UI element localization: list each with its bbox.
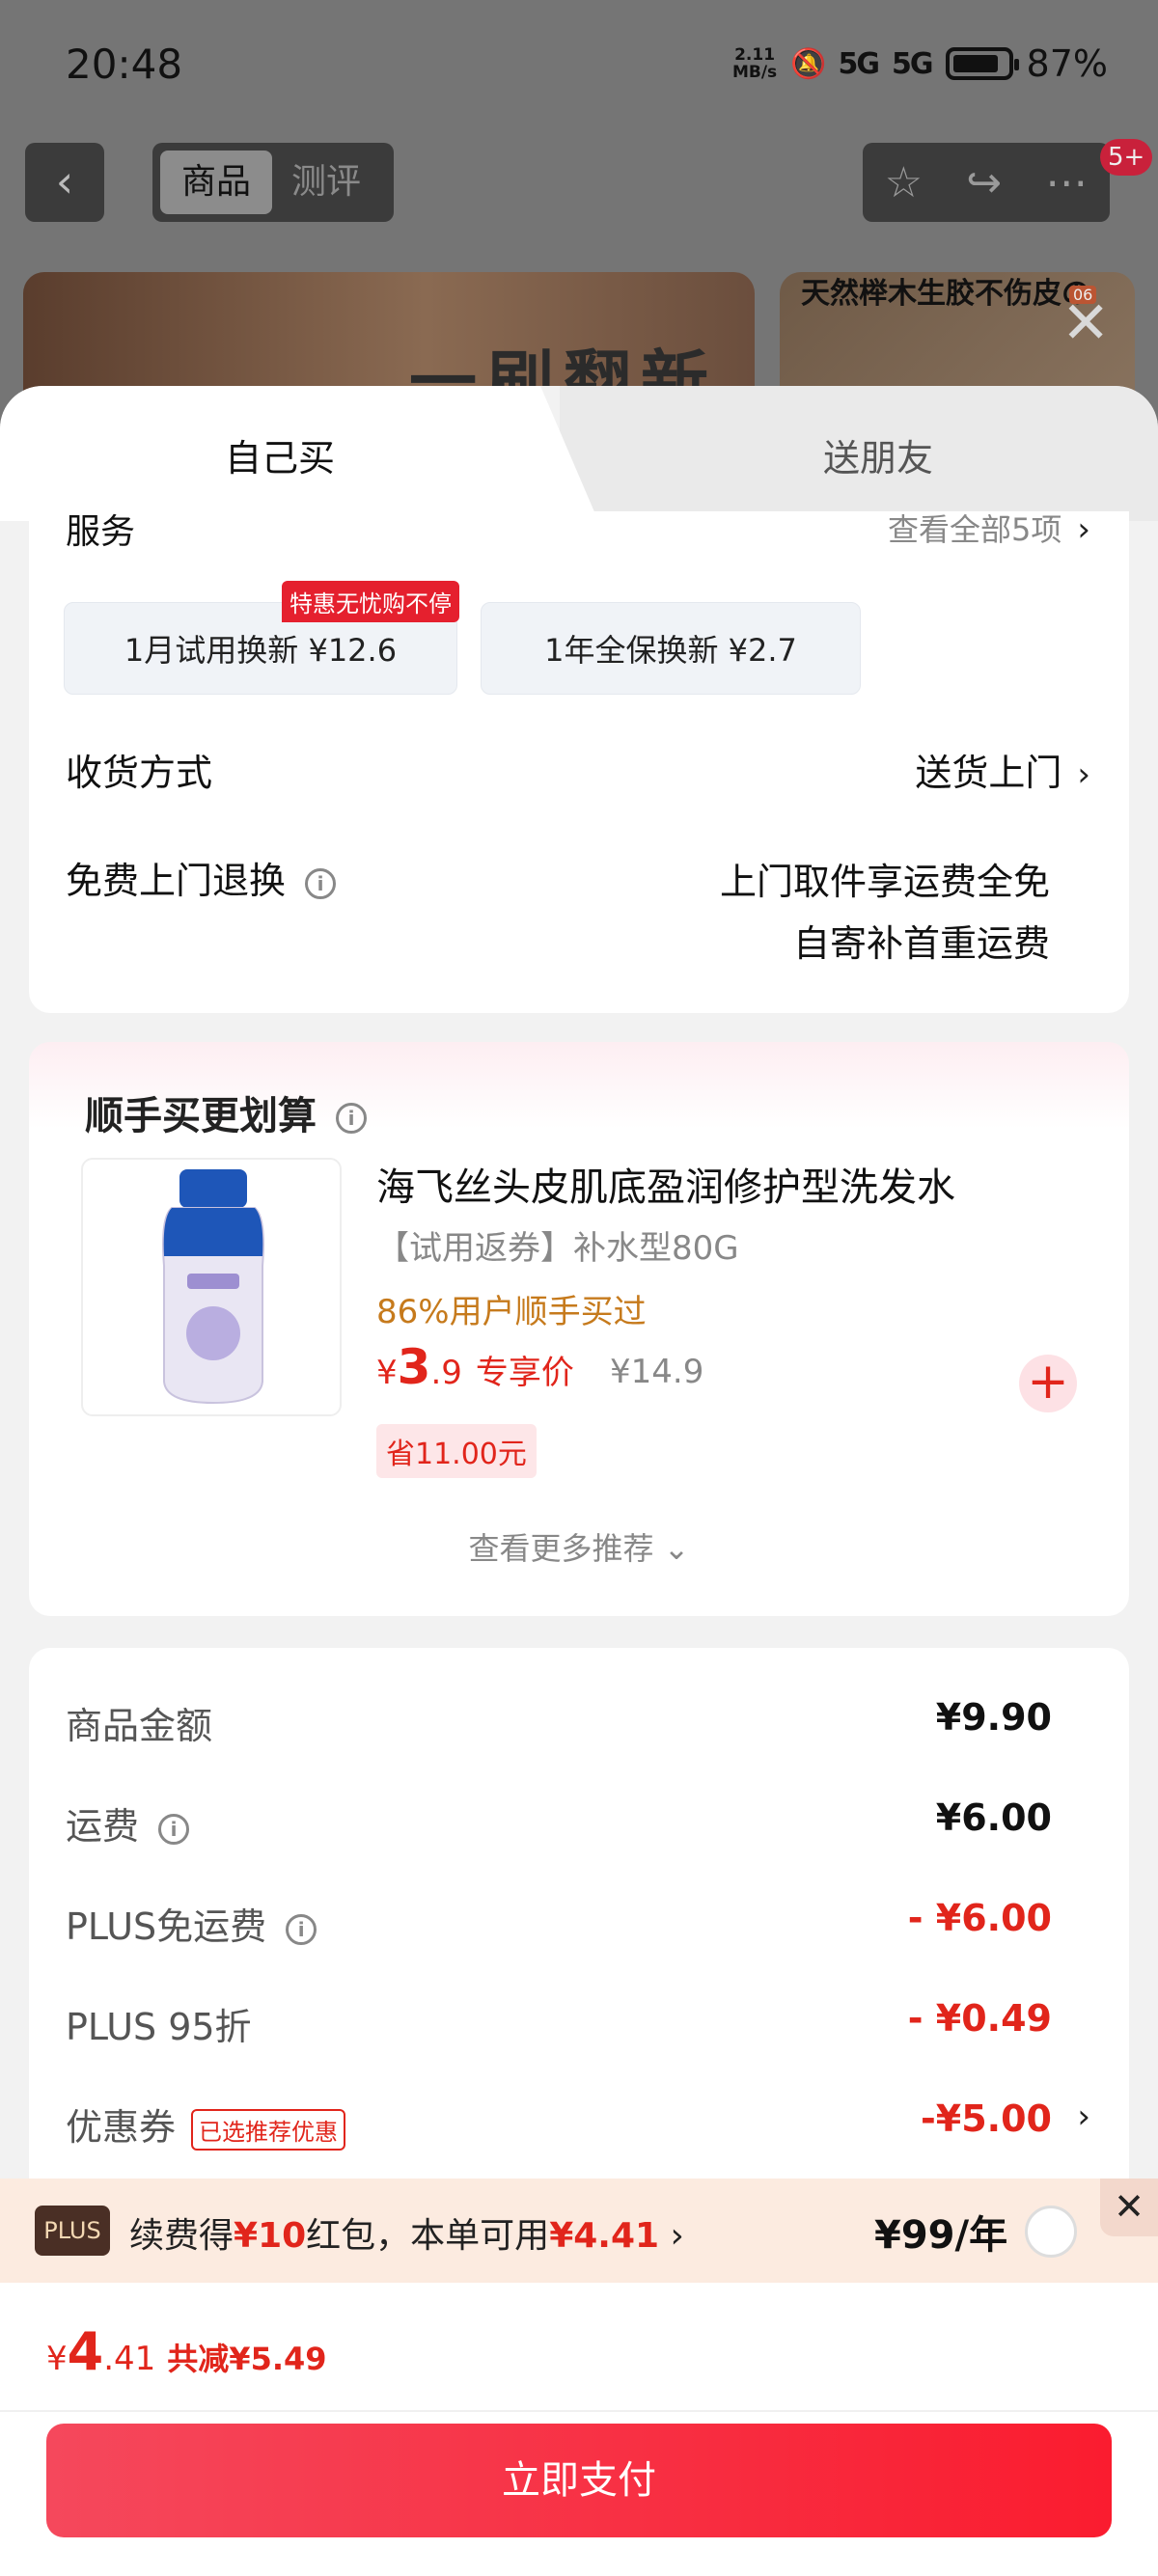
close-icon[interactable]: ✕ — [1062, 294, 1110, 352]
info-icon[interactable]: i — [336, 1103, 367, 1134]
delivery-value[interactable]: 送货上门 › — [915, 743, 1090, 796]
signal-icon: 5G — [838, 46, 880, 81]
add-to-order-button[interactable]: + — [1019, 1355, 1077, 1412]
info-icon[interactable]: i — [286, 1913, 317, 1945]
free-return-label: 免费上门退换 i — [66, 851, 337, 904]
plus-price: ¥99/年 — [874, 2213, 1008, 2258]
plus-renewal-strip[interactable]: PLUS 续费得¥10红包，本单可用¥4.41 › ¥99/年 ✕ — [0, 2179, 1158, 2283]
service-title: 服务 — [66, 512, 136, 552]
coupon-label[interactable]: 优惠券 已选推荐优惠 — [66, 2097, 346, 2151]
banner-text-2: 天然榉木生胶不伤皮の — [801, 277, 1090, 311]
page-tabs: 商品 测评 — [152, 143, 394, 222]
tab-self-buy[interactable]: 自己买 — [0, 428, 560, 481]
goods-amount-label: 商品金额 — [66, 1705, 213, 1747]
checkout-bar: ¥4.41 共减¥5.49 立即支付 — [0, 2283, 1158, 2576]
shipping-label: 运费 i — [66, 1796, 190, 1850]
info-icon[interactable]: i — [158, 1813, 190, 1845]
service-view-all[interactable]: 查看全部5项 › — [888, 511, 1090, 550]
plus-discount-value: - ¥0.49 — [907, 1997, 1052, 2040]
close-icon[interactable]: ✕ — [1100, 2179, 1158, 2236]
purchase-tabs: 自己买 送朋友 — [0, 386, 1158, 521]
product-spec: 【试用返券】补水型80G — [376, 1229, 739, 1268]
product-image[interactable] — [81, 1158, 342, 1416]
chevron-right-icon: › — [1077, 755, 1090, 794]
chevron-right-icon[interactable]: › — [1077, 2097, 1090, 2136]
network-speed: 2.11 MB/s — [731, 45, 778, 82]
product-price: ¥3.9 专享价 — [376, 1339, 574, 1395]
battery-percent: 87% — [1026, 42, 1108, 85]
signal-icon-2: 5G — [892, 46, 933, 81]
tab-review[interactable]: 测评 — [291, 151, 388, 214]
plus-select-radio[interactable] — [1025, 2206, 1077, 2258]
chevron-right-icon: › — [1077, 511, 1090, 549]
coupon-value[interactable]: -¥5.00 — [921, 2097, 1052, 2140]
status-bar: 20:48 2.11 MB/s 🔕 5G 5G 87% — [0, 0, 1158, 135]
product-name[interactable]: 海飞丝头皮肌底盈润修护型洗发水 — [376, 1156, 955, 1212]
info-icon[interactable]: i — [305, 867, 337, 899]
coupon-tag: 已选推荐优惠 — [191, 2109, 346, 2151]
more-recommendations[interactable]: 查看更多推荐 ⌄ — [29, 1524, 1129, 1569]
addon-card: 顺手买更划算 i 海飞丝头皮肌底盈润修护型洗发水 【试用返券】补水型80G 86%… — [29, 1042, 1129, 1616]
clock: 20:48 — [66, 41, 183, 88]
pay-now-button[interactable]: 立即支付 — [46, 2424, 1112, 2537]
service-option-warranty[interactable]: 1年全保换新 ¥2.7 — [481, 602, 861, 695]
free-return-value: 上门取件享运费全免 自寄补首重运费 — [719, 861, 1050, 965]
shampoo-bottle-image — [162, 1169, 264, 1405]
plus-free-shipping-value: - ¥6.00 — [907, 1897, 1052, 1939]
addon-title: 顺手买更划算 i — [85, 1084, 367, 1140]
product-savings: 省11.00元 — [376, 1424, 537, 1478]
total-price: ¥4.41 共减¥5.49 — [46, 2321, 327, 2382]
share-icon[interactable]: ↪ — [966, 158, 1002, 207]
message-badge: 5+ — [1100, 139, 1153, 176]
plus-free-shipping-label: PLUS免运费 i — [66, 1897, 317, 1950]
service-option-badge: 特惠无忧购不停 — [282, 581, 459, 622]
star-icon[interactable]: ☆ — [885, 158, 923, 207]
back-button[interactable]: ‹ — [25, 143, 104, 222]
top-nav: ‹ 商品 测评 ☆ ↪ ⋯ 5+ — [0, 139, 1158, 224]
goods-amount-value: ¥9.90 — [935, 1696, 1052, 1739]
more-icon[interactable]: ⋯ — [1045, 158, 1088, 207]
purchase-sheet: 自己买 送朋友 服务 查看全部5项 › 1月试用换新 ¥12.6 特惠无忧购不停 … — [0, 386, 1158, 2576]
plus-discount-label: PLUS 95折 — [66, 2006, 252, 2048]
product-page-background: 20:48 2.11 MB/s 🔕 5G 5G 87% ‹ 商品 测评 ☆ ↪ … — [0, 0, 1158, 484]
product-original-price: ¥14.9 — [610, 1353, 704, 1391]
shipping-value: ¥6.00 — [935, 1796, 1052, 1839]
tab-goods[interactable]: 商品 — [160, 151, 272, 214]
plus-renewal-text: 续费得¥10红包，本单可用¥4.41 › — [129, 2216, 684, 2256]
delivery-label: 收货方式 — [66, 752, 213, 794]
tab-gift-friend[interactable]: 送朋友 — [598, 428, 1158, 481]
mute-icon: 🔕 — [790, 46, 826, 81]
status-icons: 2.11 MB/s 🔕 5G 5G 87% — [732, 42, 1108, 85]
service-card: 服务 查看全部5项 › 1月试用换新 ¥12.6 特惠无忧购不停 1年全保换新 ¥… — [29, 511, 1129, 1013]
plus-logo: PLUS — [35, 2206, 110, 2256]
action-buttons: ☆ ↪ ⋯ — [863, 143, 1110, 222]
battery-icon — [945, 47, 1019, 80]
product-popularity: 86%用户顺手买过 — [376, 1293, 647, 1331]
